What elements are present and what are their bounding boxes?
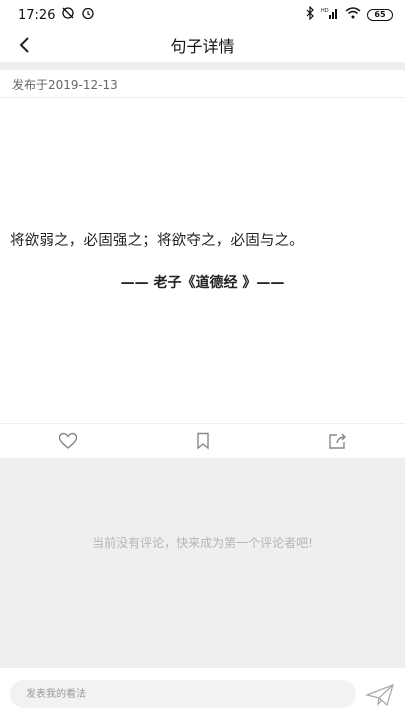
status-bar: 17:26 HD 65 <box>0 0 405 30</box>
share-button[interactable] <box>318 426 358 456</box>
action-bar <box>0 423 405 458</box>
status-left: 17:26 <box>18 6 95 24</box>
quote-source: —— 老子《道德经 》—— <box>120 275 285 291</box>
page-title: 句子详情 <box>170 37 235 56</box>
svg-text:HD: HD <box>321 8 329 14</box>
do-not-disturb-icon <box>61 6 75 24</box>
chevron-left-icon <box>19 37 29 53</box>
like-button[interactable] <box>48 426 88 456</box>
header-divider <box>0 62 405 70</box>
comment-input[interactable] <box>10 680 356 708</box>
empty-comments-message: 当前没有评论，快来成为第一个评论者吧! <box>92 536 313 550</box>
bookmark-icon <box>196 432 209 450</box>
battery-indicator: 65 <box>367 9 393 21</box>
bluetooth-icon <box>305 5 315 24</box>
alarm-icon <box>81 6 95 24</box>
date-divider <box>0 97 405 98</box>
nav-bar: 句子详情 <box>0 30 405 60</box>
heart-icon <box>58 432 77 449</box>
status-time: 17:26 <box>18 7 56 23</box>
comments-area: 当前没有评论，快来成为第一个评论者吧! <box>0 458 405 668</box>
wifi-icon <box>345 7 361 23</box>
back-button[interactable] <box>12 33 36 57</box>
send-button[interactable] <box>364 682 396 708</box>
status-right: HD 65 <box>305 5 393 24</box>
comment-input-bar <box>0 668 405 720</box>
paper-plane-icon <box>365 683 395 707</box>
share-icon <box>328 433 346 449</box>
publish-date: 发布于2019-12-13 <box>12 78 118 92</box>
favorite-button[interactable] <box>183 426 223 456</box>
quote-text: 将欲弱之，必固强之；将欲夺之，必固与之。 <box>10 233 304 249</box>
cellular-signal-icon: HD <box>321 7 339 23</box>
